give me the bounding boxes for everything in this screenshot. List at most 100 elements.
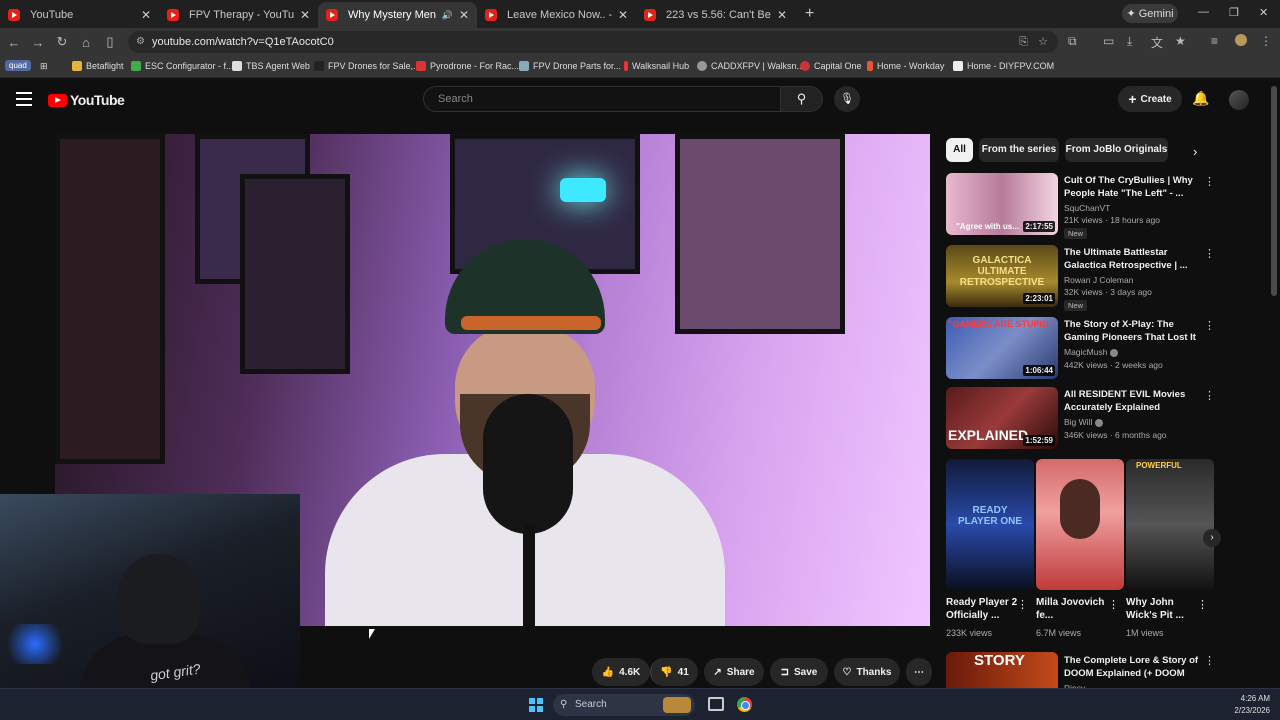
speaker-icon[interactable]: 🔊 — [442, 10, 453, 21]
close-tab-icon[interactable]: ✕ — [777, 8, 787, 22]
bookmark-item[interactable]: Betaflight — [72, 61, 124, 71]
chip-all[interactable]: All — [946, 138, 973, 162]
close-tab-icon[interactable]: ✕ — [459, 8, 469, 22]
apps-grid-icon[interactable]: ⊞ — [40, 61, 48, 72]
account-avatar[interactable] — [1229, 90, 1249, 110]
reload-icon[interactable]: ↻ — [50, 34, 74, 50]
shorts-next-icon[interactable]: › — [1203, 529, 1221, 547]
more-actions-icon[interactable]: ⋮ — [1204, 319, 1215, 332]
home-icon[interactable]: ⌂ — [74, 35, 98, 50]
short-thumbnail[interactable] — [1036, 459, 1124, 590]
close-tab-icon[interactable]: ✕ — [141, 8, 151, 22]
bookmark-item[interactable]: CADDXFPV | Walksn... — [697, 61, 804, 71]
short-more-icon[interactable]: ⋮ — [1108, 598, 1119, 611]
browser-tab[interactable]: YouTube ✕ — [0, 2, 159, 28]
video-thumbnail[interactable]: EXPLAINED 1:52:59 — [946, 387, 1058, 449]
translate-icon[interactable]: 文 — [1151, 34, 1163, 51]
bookmark-star-icon[interactable]: ☆ — [1038, 31, 1048, 53]
create-button[interactable]: + Create — [1118, 86, 1182, 112]
short-more-icon[interactable]: ⋮ — [1197, 598, 1208, 611]
share-button[interactable]: ↗ Share — [704, 658, 764, 686]
share-icon: ↗ — [713, 666, 722, 678]
more-actions-icon[interactable]: ⋮ — [1204, 175, 1215, 188]
minimize-icon[interactable]: — — [1198, 6, 1209, 18]
install-icon[interactable]: ⎘ — [1019, 31, 1028, 53]
verified-icon — [1095, 418, 1104, 427]
close-tab-icon[interactable]: ✕ — [618, 8, 628, 22]
list-item[interactable]: "Agree with us... 2:17:55 Cult Of The Cry… — [946, 173, 1264, 239]
scrollbar[interactable] — [1271, 86, 1277, 296]
new-tab-icon[interactable]: + — [805, 5, 814, 23]
chip-from-joblo[interactable]: From JoBlo Originals — [1065, 138, 1168, 162]
download-icon[interactable]: ⤓ — [1127, 34, 1132, 49]
close-tab-icon[interactable]: ✕ — [300, 8, 310, 22]
url-field[interactable]: ⚙ youtube.com/watch?v=Q1eTAocotC0 ⎘ ☆ — [128, 31, 1058, 53]
profile-avatar[interactable] — [1235, 34, 1247, 46]
taskbar-search[interactable]: ⚲ Search — [553, 694, 695, 716]
bookmark-item[interactable]: FPV Drone Parts for... — [519, 61, 621, 71]
more-actions-button[interactable]: ⋯ — [906, 658, 932, 686]
short-more-icon[interactable]: ⋮ — [1017, 598, 1028, 611]
bookmark-item[interactable]: Home - Workday — [867, 61, 944, 71]
notifications-bell-icon[interactable]: 🔔 — [1192, 90, 1209, 107]
cast-icon[interactable]: ▭ — [1103, 34, 1114, 48]
restore-icon[interactable]: ❐ — [1229, 6, 1239, 19]
hamburger-menu-icon[interactable] — [16, 92, 32, 110]
list-item[interactable]: "GAMERS ARE STUPID" 1:06:44 The Story of … — [946, 317, 1264, 381]
menu-kebab-icon[interactable]: ⋮ — [1260, 34, 1272, 48]
list-item[interactable]: GALACTICA ULTIMATE RETROSPECTIVE 2:23:01 … — [946, 245, 1264, 311]
forward-icon[interactable]: → — [26, 35, 50, 50]
bookmark-item[interactable]: FPV Drones for Sale,... — [314, 61, 421, 71]
browser-tab[interactable]: 223 vs 5.56: Can't Believe The D✕ — [636, 2, 795, 28]
list-item[interactable]: EXPLAINED 1:52:59 All RESIDENT EVIL Movie… — [946, 387, 1264, 451]
video-thumbnail[interactable]: GALACTICA ULTIMATE RETROSPECTIVE 2:23:01 — [946, 245, 1058, 307]
short-thumbnail[interactable]: POWERFUL — [1126, 459, 1214, 590]
video-thumbnail[interactable]: STORY — [946, 652, 1058, 688]
chevron-right-icon[interactable]: › — [1193, 144, 1197, 159]
video-thumbnail[interactable]: "Agree with us... 2:17:55 — [946, 173, 1058, 235]
task-view-icon[interactable] — [708, 697, 724, 711]
dislike-button[interactable]: 👎 41 — [650, 658, 698, 686]
bookmark-item[interactable]: Home - DIYFPV.COM — [953, 61, 1054, 71]
system-clock[interactable]: 4:26 AM 2/23/2026 — [1234, 693, 1270, 717]
bookmark-item[interactable]: ESC Configurator - f... — [131, 61, 234, 71]
youtube-play-icon — [48, 93, 67, 107]
address-bar-row: ← → ↻ ⌂ ▯ ⚙ youtube.com/watch?v=Q1eTAocot… — [0, 28, 1280, 56]
browser-tab-active[interactable]: Why Mystery Men Was Ahe🔊✕ — [318, 2, 477, 28]
new-badge: New — [1064, 300, 1088, 311]
video-thumbnail[interactable]: "GAMERS ARE STUPID" 1:06:44 — [946, 317, 1058, 379]
more-actions-icon[interactable]: ⋮ — [1204, 389, 1215, 402]
save-button[interactable]: ⊐ Save — [770, 658, 828, 686]
windows-start-icon[interactable] — [529, 698, 543, 712]
close-window-icon[interactable]: ✕ — [1259, 6, 1268, 19]
favorites-icon[interactable]: ★ — [1175, 34, 1186, 48]
bookmark-item[interactable]: Pyrodrone - For Rac... — [416, 61, 519, 71]
search-button[interactable]: ⚲ — [781, 86, 823, 112]
browser-tab[interactable]: Leave Mexico Now.. - YouTube✕ — [477, 2, 636, 28]
profile-badge[interactable]: quad — [5, 60, 31, 71]
gemini-button[interactable]: ✦ Gemini — [1122, 4, 1178, 23]
search-input[interactable]: Search — [423, 86, 781, 112]
sidebar-icon[interactable]: ▯ — [98, 34, 122, 50]
thanks-button[interactable]: ♡ Thanks — [834, 658, 900, 686]
bookmark-item[interactable]: Walksnail Hub — [624, 61, 689, 71]
chrome-icon[interactable] — [737, 697, 752, 712]
bookmark-item[interactable]: TBS Agent Web — [232, 61, 310, 71]
more-actions-icon[interactable]: ⋮ — [1204, 247, 1215, 260]
reading-list-icon[interactable]: ≡ — [1211, 34, 1218, 48]
voice-search-button[interactable]: 🎙 — [834, 86, 860, 112]
site-info-icon[interactable]: ⚙ — [136, 31, 145, 53]
browser-tab[interactable]: FPV Therapy - YouTube✕ — [159, 2, 318, 28]
back-icon[interactable]: ← — [2, 35, 26, 50]
short-thumbnail[interactable]: READY PLAYER ONE — [946, 459, 1034, 590]
extensions-icon[interactable]: ⧉ — [1068, 34, 1077, 49]
webcam-overlay: got grit? — [0, 494, 300, 720]
youtube-logo[interactable]: YouTube — [48, 92, 125, 108]
chip-from-series[interactable]: From the series — [979, 138, 1059, 162]
more-actions-icon[interactable]: ⋮ — [1204, 654, 1215, 667]
like-button[interactable]: 👍 4.6K — [592, 658, 650, 686]
youtube-page: YouTube Search ⚲ 🎙 + Create 🔔 got grit? A… — [0, 78, 1280, 720]
list-item[interactable]: STORY The Complete Lore & Story of DOOM … — [946, 652, 1264, 693]
bookmark-item[interactable]: Capital One — [800, 61, 862, 71]
taskbar: ⚲ Search 4:26 AM 2/23/2026 — [0, 688, 1280, 720]
